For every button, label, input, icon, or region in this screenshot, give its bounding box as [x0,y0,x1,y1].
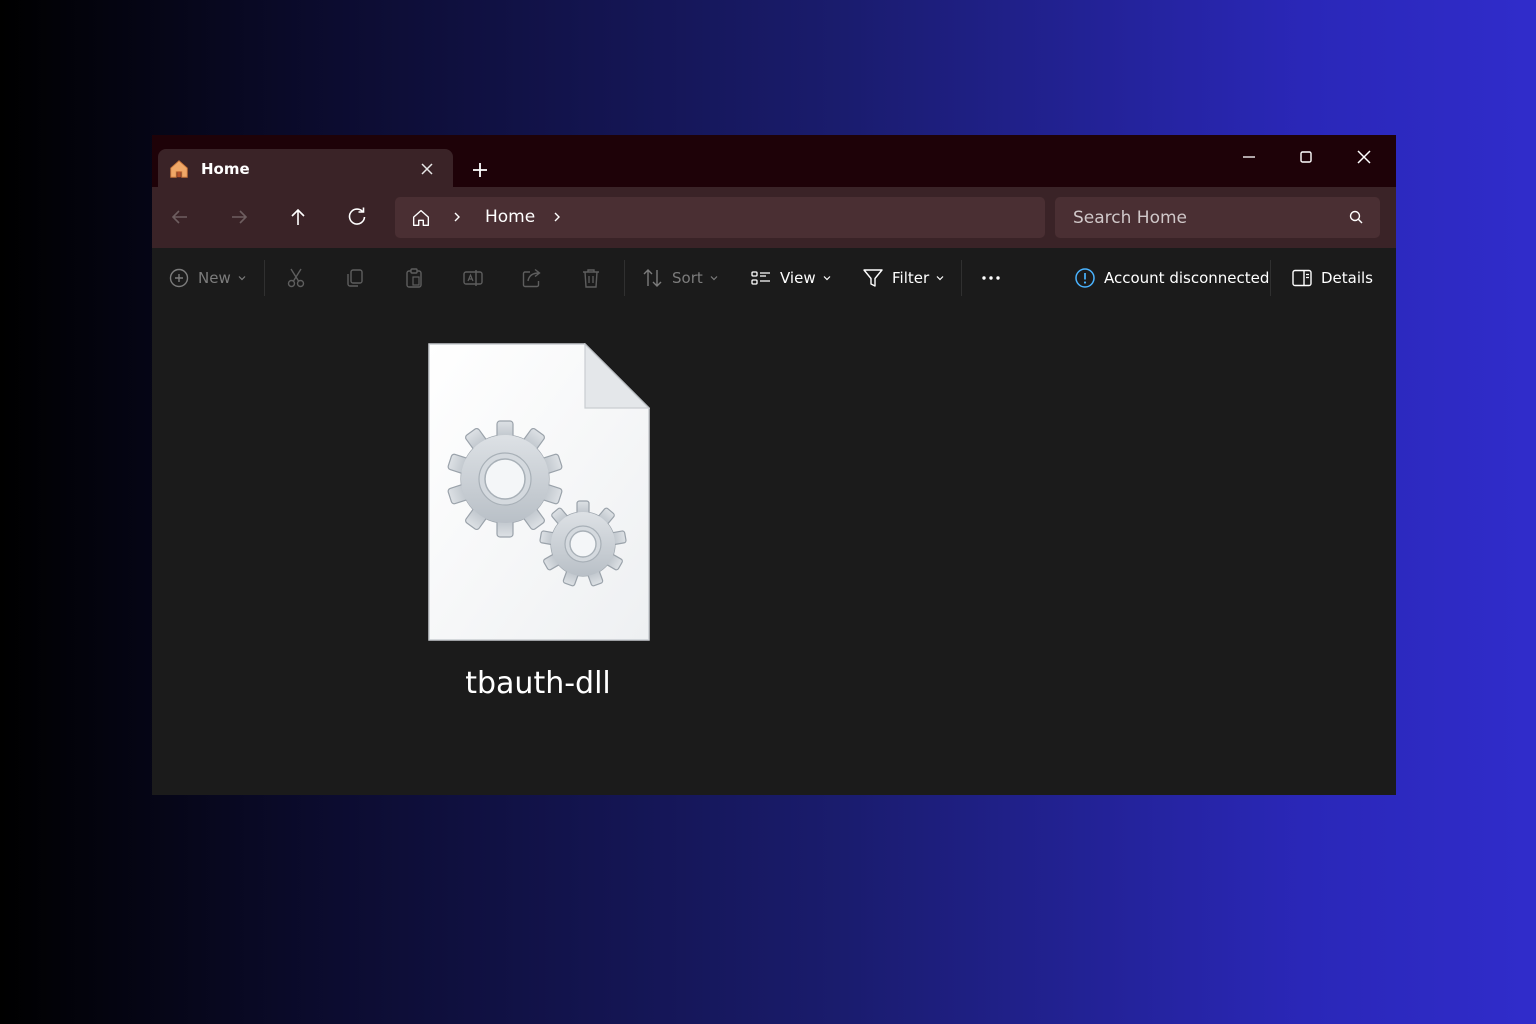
add-circle-icon [169,268,189,288]
divider [624,260,625,296]
rename-icon [463,270,483,286]
chevron-down-icon [936,276,944,281]
tab-home[interactable]: Home [158,149,453,189]
new-label: New [198,269,231,287]
close-window-icon[interactable] [1352,145,1376,169]
maximize-icon[interactable] [1294,145,1318,169]
dll-file-icon [428,343,650,641]
file-name: tbauth-dll [465,666,611,701]
info-icon [1075,268,1095,288]
details-button[interactable]: Details [1291,267,1373,289]
home-outline-icon[interactable] [410,207,432,229]
breadcrumb-home[interactable]: Home [485,207,535,227]
filter-icon [863,269,883,287]
rename-button[interactable] [462,267,484,289]
command-bar: New Sort View Filter Account disconnecte… [152,248,1396,308]
details-label: Details [1321,269,1374,287]
search-input[interactable] [1055,197,1380,238]
file-item[interactable]: tbauth-dll [422,338,654,708]
home-icon [170,160,188,178]
chevron-down-icon [823,276,831,281]
paste-button[interactable] [403,267,425,289]
title-bar: Home [152,135,1396,189]
paste-icon [406,268,422,288]
tab-label: Home [201,160,250,178]
chevron-down-icon [238,276,246,281]
scissors-icon [287,268,305,288]
sort-label: Sort [672,269,703,287]
divider [961,260,962,296]
more-options-button[interactable] [980,267,1002,289]
trash-icon [583,269,599,288]
chevron-right-icon[interactable] [550,210,564,224]
refresh-icon[interactable] [346,206,368,228]
view-label: View [780,269,816,287]
divider [1270,260,1271,296]
account-status-button[interactable]: Account disconnected [1074,267,1269,289]
divider [264,260,265,296]
details-pane-icon [1292,269,1312,287]
close-tab-icon[interactable] [418,160,436,178]
search-icon[interactable] [1348,209,1364,225]
new-button[interactable]: New [168,267,247,289]
filter-label: Filter [892,269,930,287]
delete-button[interactable] [580,267,602,289]
copy-icon [347,269,363,287]
chevron-down-icon [710,276,718,281]
address-bar[interactable]: Home [395,197,1045,238]
forward-arrow-icon[interactable] [228,206,250,228]
share-button[interactable] [521,267,543,289]
file-explorer-window: Home Home Search Home New Sort View Filt… [152,135,1396,795]
share-icon [522,268,541,288]
cut-button[interactable] [285,267,307,289]
view-button[interactable]: View [750,267,832,289]
chevron-right-icon[interactable] [450,210,464,224]
up-arrow-icon[interactable] [287,206,309,228]
file-view: tbauth-dll [152,308,1396,795]
account-status-label: Account disconnected [1104,269,1270,287]
more-icon [982,276,1000,280]
filter-button[interactable]: Filter [862,267,945,289]
sort-icon [643,269,662,287]
view-list-icon [751,271,770,285]
copy-button[interactable] [344,267,366,289]
add-tab-icon[interactable] [470,160,490,180]
navigation-bar: Home [152,187,1396,248]
sort-button[interactable]: Sort [642,267,719,289]
minimize-icon[interactable] [1237,145,1261,169]
back-arrow-icon[interactable] [169,206,191,228]
